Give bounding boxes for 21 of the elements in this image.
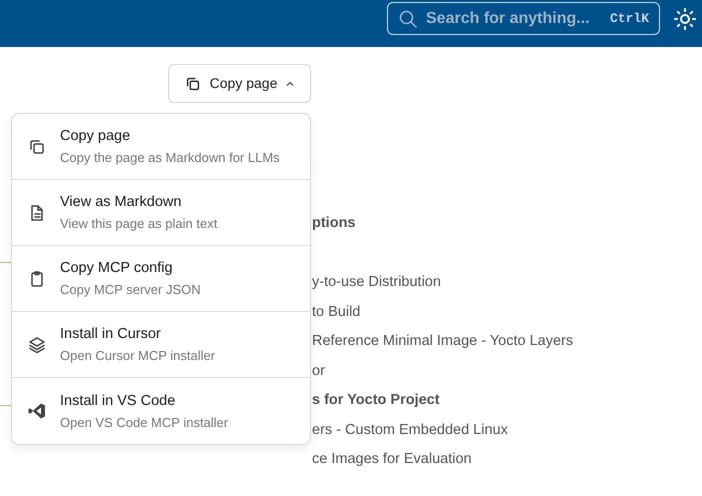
- theme-toggle-icon[interactable]: [674, 8, 696, 30]
- section-heading: s for Yocto Project: [312, 392, 440, 408]
- search-field[interactable]: Search for anything... CtrlK: [387, 2, 660, 35]
- code-editor-icon: [27, 401, 47, 421]
- search-icon: [398, 8, 418, 28]
- toc-link[interactable]: to Build: [312, 304, 360, 320]
- menu-item[interactable]: View as Markdown View this page as plain text: [12, 180, 310, 246]
- section-heading: ptions: [312, 215, 356, 231]
- toc-link[interactable]: ers - Custom Embedded Linux: [312, 422, 508, 438]
- toc-link[interactable]: y-to-use Distribution: [312, 274, 441, 290]
- shortcut-hint: CtrlK: [610, 10, 649, 28]
- copy-page-button[interactable]: Copy page: [168, 64, 311, 103]
- toc-link[interactable]: ce Images for Evaluation: [312, 451, 472, 467]
- layers-icon: [27, 334, 47, 354]
- toc-link[interactable]: or: [312, 362, 325, 378]
- toc-link[interactable]: Reference Minimal Image - Yocto Layers: [312, 333, 574, 349]
- menu-item[interactable]: Copy page Copy the page as Markdown for LLMs: [12, 114, 310, 180]
- menu-item[interactable]: Copy MCP config Copy MCP server JSON: [12, 246, 310, 312]
- search-input[interactable]: Search for anything...: [426, 6, 602, 30]
- menu-item[interactable]: Install in VS Code Open VS Code MCP installer: [12, 378, 310, 444]
- menu-item[interactable]: Install in Cursor Open Cursor MCP installer: [12, 312, 310, 378]
